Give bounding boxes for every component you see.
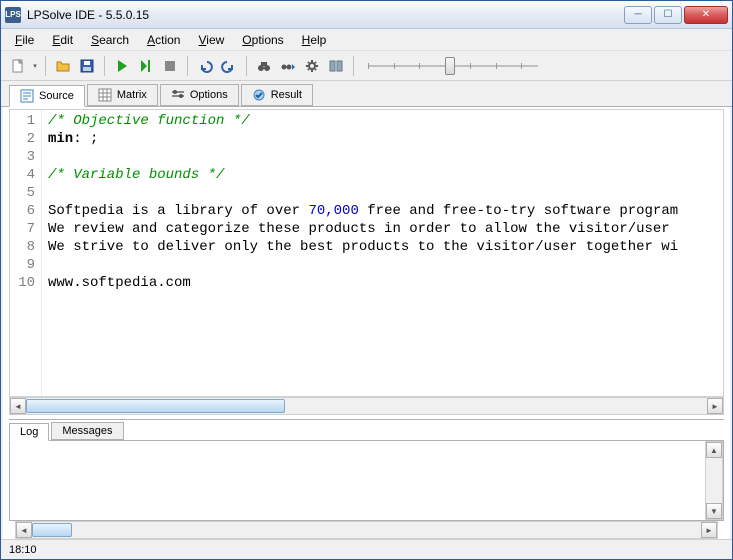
toolbar-view-button[interactable]	[325, 55, 347, 77]
menu-help[interactable]: Help	[294, 31, 335, 49]
hscroll-track[interactable]	[26, 398, 707, 414]
gear-icon	[304, 58, 320, 74]
menu-file[interactable]: File	[7, 31, 42, 49]
log-text[interactable]	[10, 441, 705, 520]
tab-options[interactable]: Options	[160, 84, 239, 106]
scroll-right-arrow[interactable]: ►	[707, 398, 723, 414]
separator	[104, 56, 105, 76]
tab-matrix[interactable]: Matrix	[87, 84, 158, 106]
find-button[interactable]	[253, 55, 275, 77]
stop-icon	[162, 58, 178, 74]
close-button[interactable]: ✕	[684, 6, 728, 24]
scroll-left-arrow[interactable]: ◄	[10, 398, 26, 414]
line-gutter: 12345678910	[10, 110, 42, 396]
view-icon	[328, 58, 344, 74]
find-next-button[interactable]	[277, 55, 299, 77]
tab-matrix-label: Matrix	[117, 89, 147, 101]
binoculars-icon	[256, 58, 272, 74]
editor-hscroll[interactable]: ◄ ►	[9, 397, 724, 415]
bottom-pane: Log Messages ▲ ▼ ◄ ►	[9, 419, 724, 539]
separator	[45, 56, 46, 76]
tab-messages[interactable]: Messages	[51, 422, 123, 440]
log-hscroll[interactable]: ◄ ►	[15, 521, 718, 539]
play-icon	[114, 58, 130, 74]
window-title: LPSolve IDE - 5.5.0.15	[27, 8, 624, 22]
binoculars-next-icon	[280, 58, 296, 74]
options-icon	[171, 88, 185, 102]
window-controls: ─ ☐ ✕	[624, 6, 728, 24]
save-button[interactable]	[76, 55, 98, 77]
log-vscroll[interactable]: ▲ ▼	[705, 441, 723, 520]
step-icon	[138, 58, 154, 74]
open-folder-icon	[55, 58, 71, 74]
log-hscroll-thumb[interactable]	[32, 523, 72, 537]
menu-edit[interactable]: Edit	[44, 31, 81, 49]
tab-result[interactable]: Result	[241, 84, 313, 106]
scroll-down-arrow[interactable]: ▼	[706, 503, 722, 519]
tab-source-label: Source	[39, 90, 74, 102]
cursor-position: 18:10	[9, 544, 37, 556]
slider-track	[368, 65, 538, 67]
view-tabs: Source Matrix Options Result	[1, 81, 732, 107]
editor-pane: 12345678910 /* Objective function */ min…	[1, 107, 732, 539]
slider-thumb[interactable]	[445, 57, 455, 75]
log-content: ▲ ▼	[9, 440, 724, 521]
separator	[187, 56, 188, 76]
scroll-up-arrow[interactable]: ▲	[706, 442, 722, 458]
code-editor[interactable]: 12345678910 /* Objective function */ min…	[9, 109, 724, 397]
step-button[interactable]	[135, 55, 157, 77]
tab-log[interactable]: Log	[9, 423, 49, 441]
undo-button[interactable]	[194, 55, 216, 77]
toolbar-options-button[interactable]	[301, 55, 323, 77]
statusbar: 18:10	[1, 539, 732, 559]
menu-view[interactable]: View	[190, 31, 232, 49]
code-content[interactable]: /* Objective function */ min: ; /* Varia…	[42, 110, 723, 396]
menu-search[interactable]: Search	[83, 31, 137, 49]
separator	[246, 56, 247, 76]
menubar: File Edit Search Action View Options Hel…	[1, 29, 732, 51]
save-disk-icon	[79, 58, 95, 74]
run-button[interactable]	[111, 55, 133, 77]
hscroll-thumb[interactable]	[26, 399, 285, 413]
titlebar: LPS LPSolve IDE - 5.5.0.15 ─ ☐ ✕	[1, 1, 732, 29]
toolbar: ▾	[1, 51, 732, 81]
menu-action[interactable]: Action	[139, 31, 188, 49]
maximize-button[interactable]: ☐	[654, 6, 682, 24]
matrix-icon	[98, 88, 112, 102]
redo-button[interactable]	[218, 55, 240, 77]
zoom-slider[interactable]	[368, 56, 538, 76]
tab-options-label: Options	[190, 89, 228, 101]
new-dropdown[interactable]: ▾	[31, 55, 39, 77]
scroll-left-arrow[interactable]: ◄	[16, 522, 32, 538]
redo-icon	[221, 58, 237, 74]
log-hscroll-track[interactable]	[32, 522, 701, 538]
new-file-icon	[10, 58, 26, 74]
minimize-button[interactable]: ─	[624, 6, 652, 24]
tab-source[interactable]: Source	[9, 85, 85, 107]
stop-button[interactable]	[159, 55, 181, 77]
app-icon: LPS	[5, 7, 21, 23]
result-icon	[252, 88, 266, 102]
separator	[353, 56, 354, 76]
new-button[interactable]	[7, 55, 29, 77]
bottom-tabs: Log Messages	[9, 420, 724, 440]
tab-result-label: Result	[271, 89, 302, 101]
undo-icon	[197, 58, 213, 74]
open-button[interactable]	[52, 55, 74, 77]
menu-options[interactable]: Options	[234, 31, 291, 49]
source-icon	[20, 89, 34, 103]
scroll-right-arrow[interactable]: ►	[701, 522, 717, 538]
